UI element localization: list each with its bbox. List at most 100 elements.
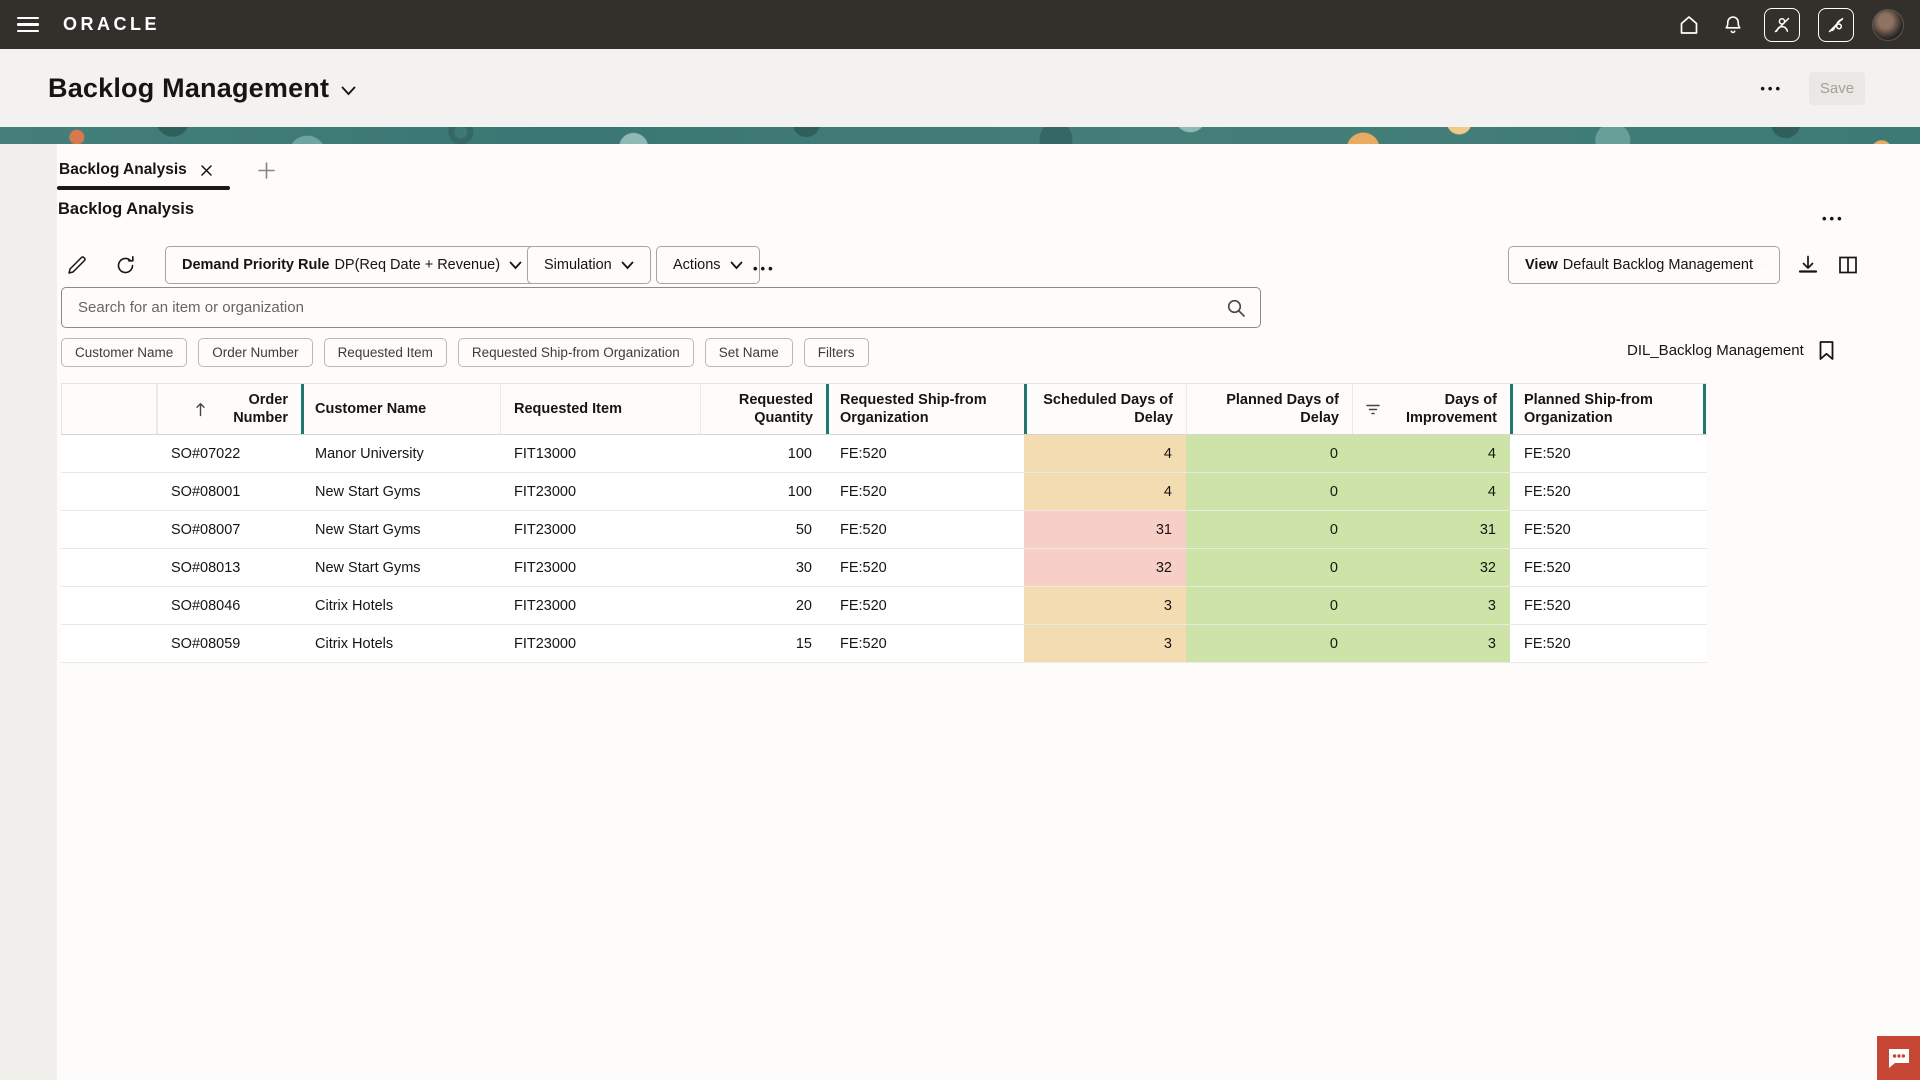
requested-quantity-cell: 15 bbox=[700, 625, 826, 662]
col-header-order-number[interactable]: Order Number bbox=[157, 384, 301, 434]
row-selector-cell[interactable] bbox=[61, 625, 157, 662]
simulation-dropdown[interactable]: Simulation bbox=[527, 246, 651, 284]
bookmark-icon[interactable] bbox=[1818, 340, 1835, 361]
save-button[interactable]: Save bbox=[1809, 72, 1865, 105]
toolbar-overflow-menu[interactable]: ••• bbox=[753, 262, 776, 275]
user-avatar[interactable] bbox=[1872, 9, 1904, 41]
header-overflow-menu[interactable]: ••• bbox=[1760, 82, 1783, 95]
search-icon[interactable] bbox=[1226, 298, 1246, 318]
days-improvement-cell: 4 bbox=[1352, 473, 1510, 510]
search-input[interactable] bbox=[62, 299, 1226, 316]
oracle-logo: ORACLE bbox=[63, 14, 160, 35]
chip-order-number[interactable]: Order Number bbox=[198, 338, 312, 367]
journey-slash-icon[interactable] bbox=[1818, 8, 1854, 42]
chat-button[interactable] bbox=[1877, 1036, 1920, 1080]
tab-bar: Backlog Analysis bbox=[57, 150, 275, 190]
row-selector-cell[interactable] bbox=[61, 511, 157, 548]
col-header-planned-days-of-delay[interactable]: Planned Days of Delay bbox=[1186, 384, 1352, 434]
row-selector-cell[interactable] bbox=[61, 473, 157, 510]
customer-name-cell: New Start Gyms bbox=[301, 473, 500, 510]
topbar-actions bbox=[1676, 8, 1904, 42]
days-improvement-cell: 3 bbox=[1352, 625, 1510, 662]
col-label: Planned Days of Delay bbox=[1200, 391, 1339, 427]
planned-delay-cell: 0 bbox=[1186, 587, 1352, 624]
requested-org-cell: FE:520 bbox=[826, 511, 1024, 548]
chip-set-name[interactable]: Set Name bbox=[705, 338, 793, 367]
requested-item-cell: FIT23000 bbox=[500, 511, 700, 548]
col-header-planned-ship-from-organization[interactable]: Planned Ship-from Organization bbox=[1510, 384, 1706, 434]
requested-org-cell: FE:520 bbox=[826, 549, 1024, 586]
panel-overflow-menu[interactable]: ••• bbox=[1822, 212, 1845, 225]
scheduled-delay-cell: 3 bbox=[1024, 625, 1186, 662]
requested-item-cell: FIT23000 bbox=[500, 549, 700, 586]
planned-org-cell: FE:520 bbox=[1510, 587, 1706, 624]
view-dropdown[interactable]: ViewDefault Backlog Management bbox=[1508, 246, 1780, 284]
column-filter-icon[interactable] bbox=[1366, 404, 1380, 415]
active-tab-indicator bbox=[57, 186, 230, 190]
planned-delay-cell: 0 bbox=[1186, 625, 1352, 662]
split-columns-icon[interactable] bbox=[1833, 250, 1863, 280]
edit-pencil-icon[interactable] bbox=[61, 250, 91, 280]
days-improvement-cell: 3 bbox=[1352, 587, 1510, 624]
requested-item-cell: FIT13000 bbox=[500, 435, 700, 472]
tab-label: Backlog Analysis bbox=[59, 161, 187, 179]
planned-org-cell: FE:520 bbox=[1510, 511, 1706, 548]
order-number-cell: SO#08059 bbox=[157, 625, 301, 662]
customer-name-cell: Manor University bbox=[301, 435, 500, 472]
row-selector-cell[interactable] bbox=[61, 435, 157, 472]
saved-search-name: DIL_Backlog Management bbox=[1627, 342, 1804, 359]
table-header-row: Order Number Customer Name Requested Ite… bbox=[61, 383, 1707, 435]
col-header-requested-quantity[interactable]: Requested Quantity bbox=[700, 384, 826, 434]
tab-backlog-analysis[interactable]: Backlog Analysis bbox=[57, 150, 230, 190]
demand-priority-rule-value: DP(Req Date + Revenue) bbox=[334, 257, 500, 273]
view-value: Default Backlog Management bbox=[1563, 257, 1753, 273]
tab-close-icon[interactable] bbox=[201, 165, 212, 176]
customer-name-cell: Citrix Hotels bbox=[301, 587, 500, 624]
table-row[interactable]: SO#08046 Citrix Hotels FIT23000 20 FE:52… bbox=[61, 587, 1707, 625]
row-selector-cell[interactable] bbox=[61, 587, 157, 624]
order-number-cell: SO#08046 bbox=[157, 587, 301, 624]
chip-requested-item[interactable]: Requested Item bbox=[324, 338, 447, 367]
person-slash-icon[interactable] bbox=[1764, 8, 1800, 42]
order-number-cell: SO#08001 bbox=[157, 473, 301, 510]
page-title-chevron-down-icon[interactable] bbox=[341, 86, 356, 96]
planned-org-cell: FE:520 bbox=[1510, 625, 1706, 662]
refresh-icon[interactable] bbox=[110, 250, 140, 280]
col-header-customer-name[interactable]: Customer Name bbox=[301, 384, 500, 434]
col-header-requested-item[interactable]: Requested Item bbox=[500, 384, 700, 434]
sort-ascending-icon[interactable] bbox=[195, 402, 206, 417]
table-row[interactable]: SO#08001 New Start Gyms FIT23000 100 FE:… bbox=[61, 473, 1707, 511]
table-row[interactable]: SO#07022 Manor University FIT13000 100 F… bbox=[61, 435, 1707, 473]
chat-bubble-icon bbox=[1886, 1046, 1912, 1070]
chip-requested-ship-from-organization[interactable]: Requested Ship-from Organization bbox=[458, 338, 694, 367]
requested-quantity-cell: 20 bbox=[700, 587, 826, 624]
table-row[interactable]: SO#08013 New Start Gyms FIT23000 30 FE:5… bbox=[61, 549, 1707, 587]
customer-name-cell: New Start Gyms bbox=[301, 549, 500, 586]
demand-priority-rule-label: Demand Priority Rule bbox=[182, 257, 329, 273]
panel-toolbar: Demand Priority Rule DP(Req Date + Revenu… bbox=[0, 246, 1920, 284]
col-header-requested-ship-from-organization[interactable]: Requested Ship-from Organization bbox=[826, 384, 1024, 434]
table-row[interactable]: SO#08059 Citrix Hotels FIT23000 15 FE:52… bbox=[61, 625, 1707, 663]
hamburger-menu-icon[interactable] bbox=[17, 17, 39, 33]
content-area: Backlog Analysis Backlog Analysis ••• De… bbox=[0, 144, 1920, 1080]
table-row[interactable]: SO#08007 New Start Gyms FIT23000 50 FE:5… bbox=[61, 511, 1707, 549]
chip-filters[interactable]: Filters bbox=[804, 338, 869, 367]
row-selector-cell[interactable] bbox=[61, 549, 157, 586]
notifications-bell-icon[interactable] bbox=[1720, 12, 1746, 38]
chip-customer-name[interactable]: Customer Name bbox=[61, 338, 187, 367]
col-header-scheduled-days-of-delay[interactable]: Scheduled Days of Delay bbox=[1024, 384, 1186, 434]
page-title: Backlog Management bbox=[48, 73, 329, 104]
app-header: Backlog Management ••• Save bbox=[0, 49, 1920, 127]
add-tab-button[interactable] bbox=[258, 162, 275, 179]
order-number-cell: SO#07022 bbox=[157, 435, 301, 472]
col-header-days-of-improvement[interactable]: Days of Improvement bbox=[1352, 384, 1510, 434]
requested-quantity-cell: 30 bbox=[700, 549, 826, 586]
requested-org-cell: FE:520 bbox=[826, 473, 1024, 510]
home-icon[interactable] bbox=[1676, 12, 1702, 38]
download-icon[interactable] bbox=[1793, 250, 1823, 280]
scheduled-delay-cell: 4 bbox=[1024, 435, 1186, 472]
col-label: Requested Ship-from Organization bbox=[840, 391, 1011, 427]
application-window: ORACLE Backlog Management ••• Save bbox=[0, 0, 1920, 1080]
demand-priority-rule-dropdown[interactable]: Demand Priority Rule DP(Req Date + Revenu… bbox=[165, 246, 539, 284]
actions-dropdown[interactable]: Actions bbox=[656, 246, 760, 284]
